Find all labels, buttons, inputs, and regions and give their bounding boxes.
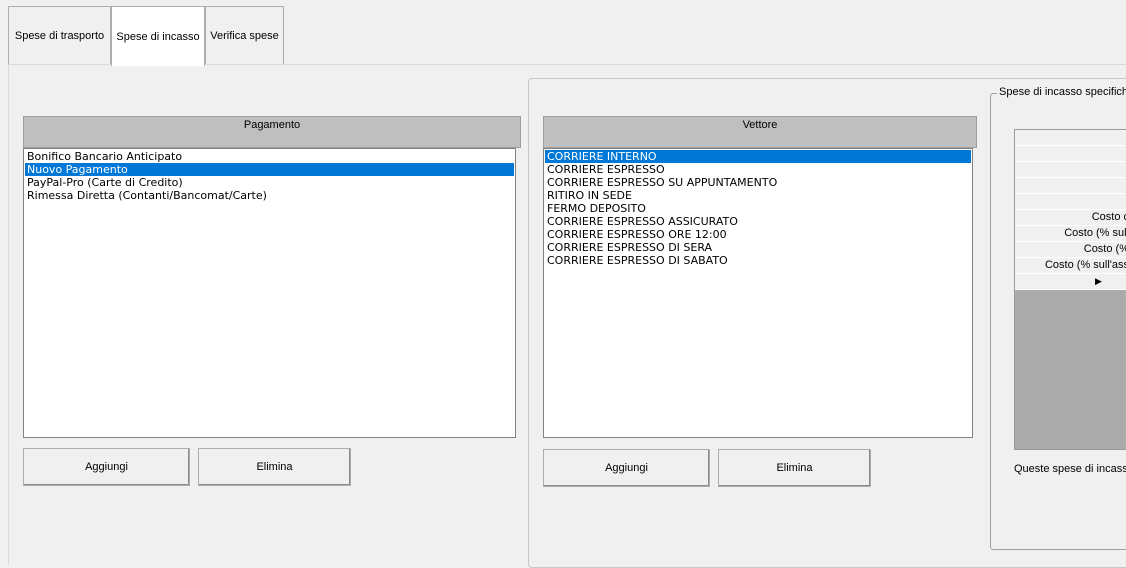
tab-spese-di-incasso[interactable]: Spese di incasso xyxy=(111,6,205,66)
vettore-list[interactable]: CORRIERE INTERNO CORRIERE ESPRESSO CORRIER… xyxy=(543,148,973,438)
grid-row-header[interactable] xyxy=(1015,130,1126,146)
row-marker-icon: ▶ xyxy=(1015,274,1126,290)
vettore-delete-button[interactable]: Elimina xyxy=(718,449,871,487)
grid-row-header[interactable]: Costo (% sull xyxy=(1015,226,1126,242)
spese-grid[interactable]: Costo c Costo (% sull Costo (% Costo (% sul… xyxy=(1014,129,1126,450)
vettore-list-item[interactable]: FERMO DEPOSITO xyxy=(545,202,971,215)
pagamento-list[interactable]: Bonifico Bancario Anticipato Nuovo Pagame… xyxy=(23,148,516,438)
grid-row-header[interactable]: Costo (% xyxy=(1015,242,1126,258)
spese-note: Queste spese di incasso xyxy=(1014,463,1126,475)
vettore-list-item[interactable]: CORRIERE ESPRESSO ASSICURATO xyxy=(545,215,971,228)
vettore-list-item[interactable]: CORRIERE ESPRESSO DI SABATO xyxy=(545,254,971,267)
pagamento-add-button[interactable]: Aggiungi xyxy=(23,448,190,486)
pagamento-list-item[interactable]: Rimessa Diretta (Contanti/Bancomat/Carte… xyxy=(25,189,514,202)
pagamento-list-item[interactable]: Nuovo Pagamento xyxy=(25,163,514,176)
vettore-list-item[interactable]: CORRIERE INTERNO xyxy=(545,150,971,163)
vettore-header: Vettore xyxy=(543,116,977,148)
grid-row-header[interactable]: Costo (% sull'ass xyxy=(1015,258,1126,274)
vettore-list-item[interactable]: CORRIERE ESPRESSO SU APPUNTAMENTO xyxy=(545,176,971,189)
vettore-list-item[interactable]: RITIRO IN SEDE xyxy=(545,189,971,202)
tab-verifica-spese[interactable]: Verifica spese xyxy=(205,6,284,64)
grid-row-header[interactable] xyxy=(1015,194,1126,210)
pagamento-header: Pagamento xyxy=(23,116,521,148)
pagamento-list-item[interactable]: PayPal-Pro (Carte di Credito) xyxy=(25,176,514,189)
pagamento-list-item[interactable]: Bonifico Bancario Anticipato xyxy=(25,150,514,163)
grid-row-header[interactable]: Costo c xyxy=(1015,210,1126,226)
grid-row-header[interactable] xyxy=(1015,146,1126,162)
vettore-add-button[interactable]: Aggiungi xyxy=(543,449,710,487)
grid-row-header[interactable] xyxy=(1015,178,1126,194)
pagamento-delete-button[interactable]: Elimina xyxy=(198,448,351,486)
tab-spese-di-trasporto[interactable]: Spese di trasporto xyxy=(8,6,111,64)
vettore-list-item[interactable]: CORRIERE ESPRESSO DI SERA xyxy=(545,241,971,254)
spese-specifiche-title: Spese di incasso specifiche xyxy=(997,86,1126,98)
grid-row-header[interactable] xyxy=(1015,162,1126,178)
vettore-list-item[interactable]: CORRIERE ESPRESSO xyxy=(545,163,971,176)
vettore-list-item[interactable]: CORRIERE ESPRESSO ORE 12:00 xyxy=(545,228,971,241)
